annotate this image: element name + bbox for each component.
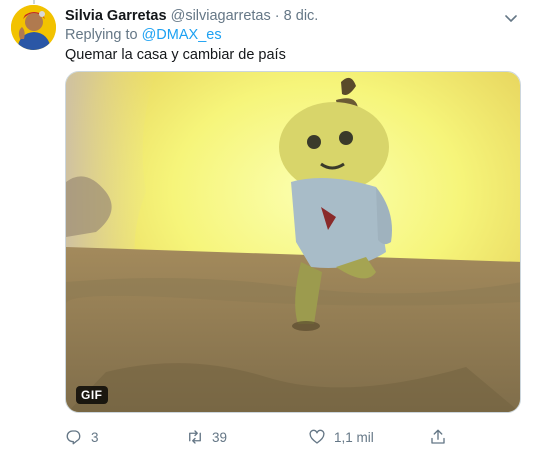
tweet-actions: 3 39 1,1 mil	[65, 425, 521, 449]
tweet-date[interactable]: 8 dic.	[284, 8, 319, 24]
author-handle[interactable]: @silviagarretas	[171, 8, 271, 24]
retweet-button[interactable]: 39	[186, 425, 227, 449]
reply-button[interactable]: 3	[65, 425, 99, 449]
tweet-text: Quemar la casa y cambiar de país	[65, 47, 286, 63]
thread-line	[33, 0, 35, 4]
reply-icon	[66, 430, 81, 445]
tweet[interactable]: Silvia Garretas @silviagarretas · 8 dic.…	[0, 0, 533, 453]
heart-icon	[309, 429, 325, 444]
share-icon	[431, 429, 445, 444]
share-button[interactable]	[429, 425, 455, 449]
author-name[interactable]: Silvia Garretas	[65, 8, 167, 24]
gif-media[interactable]: GIF	[65, 71, 521, 413]
like-button[interactable]: 1,1 mil	[308, 425, 374, 449]
tweet-header: Silvia Garretas @silviagarretas · 8 dic.	[65, 6, 318, 26]
gif-badge: GIF	[76, 386, 108, 404]
retweet-icon	[189, 430, 201, 444]
chevron-down-icon[interactable]	[503, 10, 519, 26]
avatar[interactable]	[11, 5, 56, 50]
gif-image	[66, 72, 520, 412]
like-count: 1,1 mil	[334, 429, 374, 445]
reply-mention[interactable]: @DMAX_es	[142, 27, 222, 43]
reply-prefix: Replying to	[65, 27, 138, 43]
replying-to: Replying to @DMAX_es	[65, 25, 222, 45]
retweet-count: 39	[212, 429, 228, 445]
reply-count: 3	[91, 429, 99, 445]
header-separator: ·	[274, 8, 280, 24]
